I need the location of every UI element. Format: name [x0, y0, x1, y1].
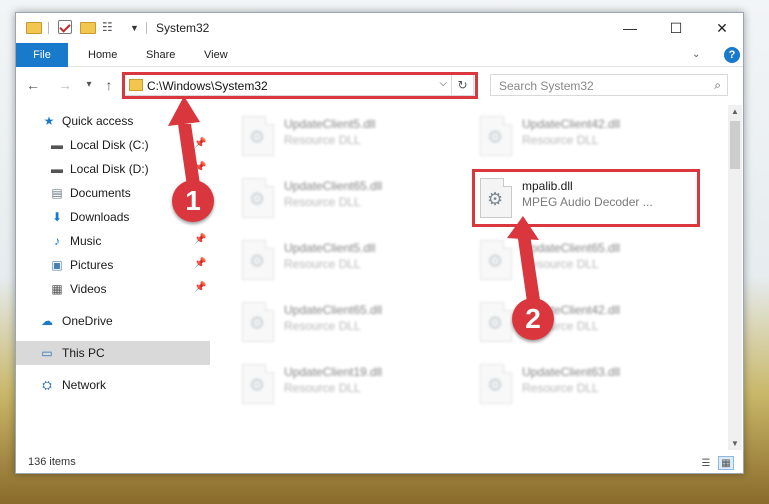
- arrow-2-shaft: [517, 232, 540, 302]
- arrow-2-head: [507, 216, 539, 240]
- callout-arrows: [168, 96, 540, 302]
- callout-badge-1: 1: [172, 180, 214, 222]
- arrow-1-shaft: [178, 124, 200, 186]
- arrow-1-head: [168, 96, 200, 126]
- callout-badge-2: 2: [512, 298, 554, 340]
